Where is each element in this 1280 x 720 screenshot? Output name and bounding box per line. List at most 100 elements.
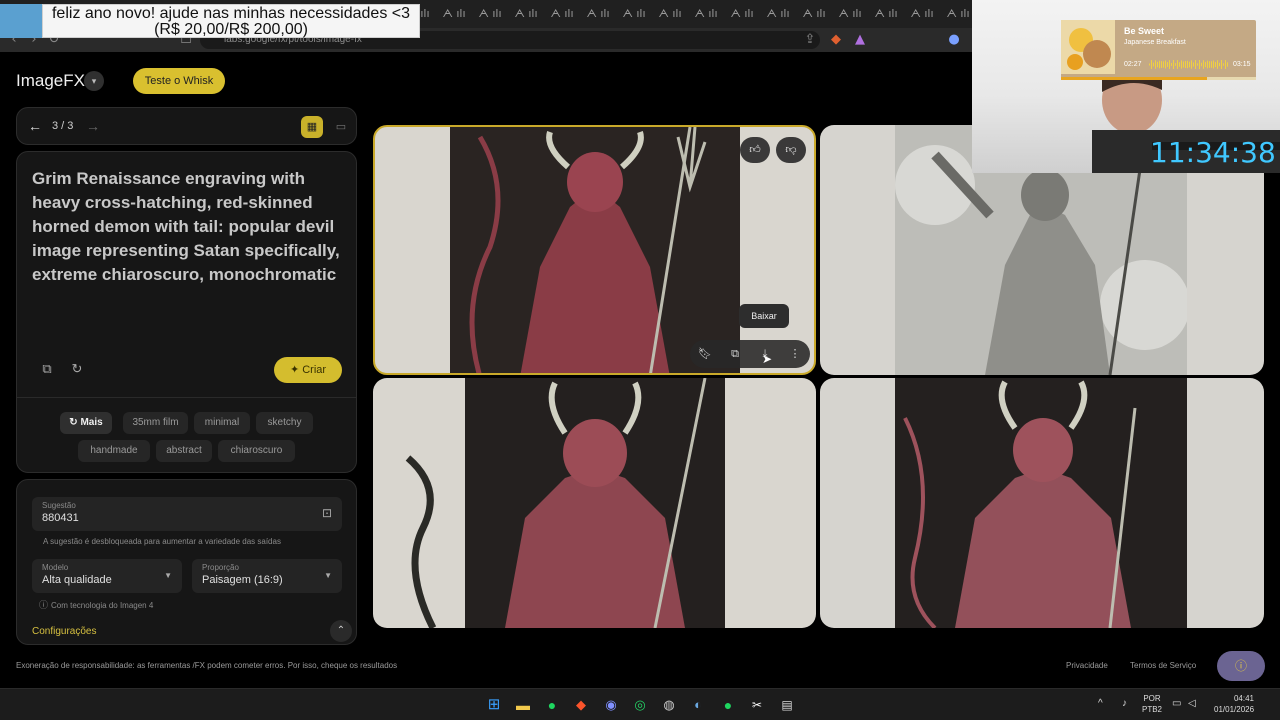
browser-tab[interactable]: ᗅ ılı bbox=[580, 0, 616, 28]
grid-view-icon[interactable]: ▦ bbox=[301, 116, 323, 138]
share-icon[interactable]: ⇪ bbox=[800, 30, 820, 50]
browser-tab[interactable]: ᗅ ılı bbox=[868, 0, 904, 28]
chip-minimal[interactable]: minimal bbox=[194, 412, 250, 434]
seed-field[interactable]: Sugestão 880431 ⊡ bbox=[32, 497, 342, 531]
generated-image-4[interactable] bbox=[820, 378, 1264, 628]
chip-abstract[interactable]: abstract bbox=[156, 440, 212, 462]
more-chips-button[interactable]: ↻ Mais bbox=[60, 412, 112, 434]
try-whisk-button[interactable]: Teste o Whisk bbox=[133, 68, 225, 94]
spotify-icon[interactable]: ● bbox=[718, 695, 738, 715]
app-title: ImageFX bbox=[16, 71, 85, 90]
generated-image-1[interactable]: 👍︎ 👎︎ 🔖︎ ⧉ ⤓ ⋮ bbox=[373, 125, 816, 375]
browser-tab[interactable]: ᗅ ılı bbox=[472, 0, 508, 28]
waveform-bar bbox=[1207, 60, 1208, 69]
whatsapp-icon[interactable]: ◎ bbox=[630, 695, 650, 715]
discord-icon[interactable]: ◉ bbox=[601, 695, 621, 715]
privacy-link[interactable]: Privacidade bbox=[1066, 661, 1108, 670]
copy-icon[interactable]: ⧉ bbox=[37, 359, 57, 379]
browser-tab[interactable]: ᗅ ılı bbox=[724, 0, 760, 28]
divider bbox=[17, 397, 356, 398]
steam-icon[interactable]: ◐ bbox=[688, 695, 708, 715]
waveform-bar bbox=[1159, 60, 1160, 69]
more-vert-icon[interactable]: ⋮ bbox=[784, 344, 806, 364]
settings-panel: Sugestão 880431 ⊡ A sugestão é desbloque… bbox=[16, 479, 357, 645]
mouse-cursor-icon: ➤ bbox=[762, 352, 773, 366]
waveform-bar bbox=[1223, 63, 1224, 66]
browser-tab[interactable]: ᗅ ılı bbox=[544, 0, 580, 28]
chevron-down-icon[interactable]: ▾ bbox=[84, 71, 104, 91]
caret-down-icon: ▼ bbox=[324, 571, 332, 580]
terms-link[interactable]: Termos de Serviço bbox=[1130, 661, 1196, 670]
browser-tab[interactable]: ᗅ ılı bbox=[940, 0, 972, 28]
windows-start-icon[interactable]: ⊞ bbox=[484, 695, 504, 715]
chip-35mm-film[interactable]: 35mm film bbox=[123, 412, 188, 434]
arrow-right-icon[interactable]: → bbox=[83, 116, 103, 136]
extension-icon[interactable]: ● bbox=[944, 30, 964, 50]
bookmark-icon[interactable]: 🔖︎ bbox=[694, 344, 716, 364]
obs-icon[interactable]: ◍ bbox=[659, 695, 679, 715]
clock[interactable]: 04:41 01/01/2026 bbox=[1214, 693, 1254, 715]
waveform-bar bbox=[1181, 60, 1182, 69]
microphone-icon[interactable]: ♪ bbox=[1122, 698, 1127, 709]
info-icon: ⓘ bbox=[39, 600, 49, 610]
song-progress-fill bbox=[1061, 77, 1208, 80]
brave-shield-icon[interactable]: ◆ bbox=[826, 30, 846, 50]
browser-tab[interactable]: ᗅ ılı bbox=[616, 0, 652, 28]
generated-image-3[interactable] bbox=[373, 378, 816, 628]
song-artist: Japanese Breakfast bbox=[1124, 39, 1186, 46]
thumbs-up-icon[interactable]: 👍︎ bbox=[740, 137, 770, 163]
waveform-bar bbox=[1175, 63, 1176, 66]
aspect-ratio-select[interactable]: Proporção Paisagem (16:9) ▼ bbox=[192, 559, 342, 593]
network-icon[interactable]: ▭ bbox=[1172, 698, 1181, 709]
browser-tab[interactable]: ᗅ ılı bbox=[904, 0, 940, 28]
prompt-panel: Grim Renaissance engraving with heavy cr… bbox=[16, 151, 357, 473]
capcut-icon[interactable]: ✂ bbox=[747, 695, 767, 715]
reset-icon[interactable]: ↻ bbox=[67, 359, 87, 379]
waveform-bar bbox=[1161, 61, 1162, 68]
browser-tab[interactable]: ᗅ ılı bbox=[436, 0, 472, 28]
browser-tab[interactable]: ᗅ ılı bbox=[832, 0, 868, 28]
waveform bbox=[1149, 60, 1228, 69]
chevron-up-icon[interactable]: ^ bbox=[1098, 698, 1103, 709]
seed-label: Sugestão bbox=[42, 501, 76, 510]
browser-tab[interactable]: ᗅ ılı bbox=[760, 0, 796, 28]
waveform-bar bbox=[1187, 60, 1188, 69]
volume-icon[interactable]: ◁ bbox=[1188, 698, 1196, 709]
spotify-icon[interactable]: ● bbox=[542, 695, 562, 715]
donation-banner: feliz ano novo! ajude nas minhas necessi… bbox=[42, 4, 420, 38]
create-button[interactable]: ✦ Criar bbox=[274, 357, 342, 383]
chip-handmade[interactable]: handmade bbox=[78, 440, 150, 462]
feedback-icon[interactable]: ⓘ bbox=[1217, 651, 1265, 681]
waveform-bar bbox=[1171, 62, 1172, 67]
copy-icon[interactable]: ⧉ bbox=[724, 344, 746, 364]
prompt-input[interactable]: Grim Renaissance engraving with heavy cr… bbox=[32, 167, 350, 287]
song-progress-track bbox=[1061, 77, 1256, 80]
calculator-icon[interactable]: ▤ bbox=[777, 695, 797, 715]
thumbs-down-icon[interactable]: 👎︎ bbox=[776, 137, 806, 163]
browser-tab[interactable]: ᗅ ılı bbox=[688, 0, 724, 28]
pager-text: 3 / 3 bbox=[52, 120, 74, 132]
browser-tab[interactable]: ᗅ ılı bbox=[796, 0, 832, 28]
browser-tab[interactable]: ᗅ ılı bbox=[652, 0, 688, 28]
unlock-icon[interactable]: ⊡ bbox=[322, 506, 332, 520]
browser-tab[interactable]: ᗅ ılı bbox=[508, 0, 544, 28]
file-explorer-icon[interactable]: ▬ bbox=[513, 695, 533, 715]
waveform-bar bbox=[1191, 60, 1192, 69]
rewards-icon[interactable]: ▲ bbox=[850, 30, 870, 50]
waveform-bar bbox=[1199, 60, 1200, 69]
single-view-icon[interactable]: ▭ bbox=[330, 116, 352, 138]
model-select[interactable]: Modelo Alta qualidade ▼ bbox=[32, 559, 182, 593]
settings-tab[interactable]: Configurações bbox=[32, 626, 96, 637]
brave-icon[interactable]: ◆ bbox=[571, 695, 591, 715]
chip-sketchy[interactable]: sketchy bbox=[256, 412, 313, 434]
arrow-left-icon[interactable]: ← bbox=[25, 116, 45, 136]
waveform-bar bbox=[1213, 60, 1214, 69]
waveform-bar bbox=[1215, 61, 1216, 68]
waveform-bar bbox=[1201, 62, 1202, 67]
waveform-bar bbox=[1155, 60, 1156, 69]
chip-chiaroscuro[interactable]: chiaroscuro bbox=[218, 440, 295, 462]
language-indicator[interactable]: POR PTB2 bbox=[1142, 693, 1162, 715]
collapse-icon[interactable]: ⌃ bbox=[330, 620, 352, 642]
waveform-bar bbox=[1221, 60, 1222, 69]
waveform-bar bbox=[1179, 62, 1180, 67]
